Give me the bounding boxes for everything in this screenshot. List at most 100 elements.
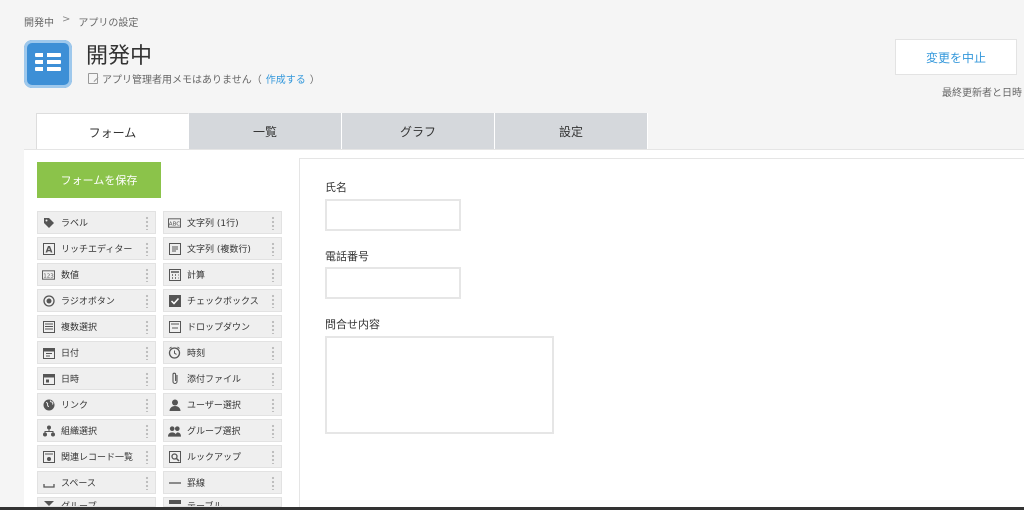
drag-handle-icon[interactable] [145,346,149,360]
name-field[interactable] [325,199,461,231]
palette-item-link[interactable]: リンク [37,393,156,416]
drag-handle-icon[interactable] [145,476,149,490]
palette-item-text: チェックボックス [187,297,259,307]
palette-item-checkbox[interactable]: チェックボックス [163,289,282,312]
paperclip-icon [168,372,181,385]
tab-form[interactable]: フォーム [36,113,189,150]
palette-item-text: 計算 [187,271,206,281]
palette-item-text: グループ [61,502,97,507]
tab-settings[interactable]: 設定 [495,113,648,149]
memo-create-link[interactable]: 作成する [266,71,306,86]
tag-icon [42,216,55,229]
palette-item-number[interactable]: 123 数値 [37,263,156,286]
breadcrumb-current: アプリの設定 [78,18,139,29]
field-label-phone: 電話番号 [325,250,369,263]
lookup-icon [168,450,181,463]
drag-handle-icon[interactable] [271,450,275,464]
drag-handle-icon[interactable] [271,294,275,308]
drag-handle-icon[interactable] [271,346,275,360]
palette-item-text: 数値 [61,271,80,281]
page-title: 開発中 [86,44,153,69]
calculator-icon [168,268,181,281]
save-form-button[interactable]: フォームを保存 [37,162,161,198]
globe-icon [42,398,55,411]
inquiry-field[interactable] [325,336,554,434]
palette-item-time[interactable]: 時刻 [163,341,282,364]
svg-text:ABC: ABC [169,221,181,227]
palette-item-text: ラジオボタン [61,297,115,307]
cancel-changes-button[interactable]: 変更を中止 [895,39,1017,75]
palette-item-lookup[interactable]: ルックアップ [163,445,282,468]
palette-item-label[interactable]: ラベル [37,211,156,234]
app-memo: アプリ管理者用メモはありません（ 作成する） [88,71,320,86]
drag-handle-icon[interactable] [271,320,275,334]
memo-text-end: ） [309,75,320,86]
drag-handle-icon[interactable] [145,372,149,386]
palette-item-multi-line-text[interactable]: 文字列 (複数行) [163,237,282,260]
calendar-icon [42,346,55,359]
group-icon [168,424,181,437]
phone-field[interactable] [325,267,461,299]
abc-icon: ABC [168,216,181,229]
palette-item-group-select[interactable]: グループ選択 [163,419,282,442]
field-label-name: 氏名 [325,181,347,194]
palette-item-org-select[interactable]: 組織選択 [37,419,156,442]
drag-handle-icon[interactable] [271,268,275,282]
palette-item-rich-editor[interactable]: A リッチエディター [37,237,156,260]
settings-tabs: フォーム 一覧 グラフ 設定 [36,113,648,150]
drag-handle-icon[interactable] [145,268,149,282]
drag-handle-icon[interactable] [271,372,275,386]
svg-text:123: 123 [43,273,54,279]
drag-handle-icon[interactable] [271,242,275,256]
field-palette: ラベル ABC 文字列 (1行) A リッチエディター 文字列 (複数行) 12… [37,211,282,507]
drag-handle-icon[interactable] [145,216,149,230]
palette-item-text: 日付 [61,349,80,359]
app-icon [24,40,72,88]
line-icon [168,476,181,489]
drag-handle-icon[interactable] [145,424,149,438]
palette-item-text: 罫線 [187,479,206,489]
drag-handle-icon[interactable] [145,450,149,464]
checkbox-icon [168,294,181,307]
multiline-icon [168,242,181,255]
breadcrumb-separator: > [62,14,71,25]
palette-item-multi-select[interactable]: 複数選択 [37,315,156,338]
palette-item-dropdown[interactable]: ドロップダウン [163,315,282,338]
palette-item-date[interactable]: 日付 [37,341,156,364]
related-records-icon [42,450,55,463]
space-icon [42,476,55,489]
drag-handle-icon[interactable] [145,398,149,412]
palette-item-related-records[interactable]: 関連レコード一覧 [37,445,156,468]
palette-item-calc[interactable]: 計算 [163,263,282,286]
palette-item-border[interactable]: 罫線 [163,471,282,494]
drag-handle-icon[interactable] [145,242,149,256]
palette-item-text: 文字列 (複数行) [187,245,251,255]
palette-item-text: 時刻 [187,349,206,359]
palette-item-group[interactable]: グループ [37,497,156,507]
breadcrumb-parent[interactable]: 開発中 [24,14,54,29]
tab-graph[interactable]: グラフ [342,113,495,149]
clock-icon [168,346,181,359]
palette-item-text: 日時 [61,375,80,385]
palette-item-text: ルックアップ [187,453,242,463]
palette-item-single-line-text[interactable]: ABC 文字列 (1行) [163,211,282,234]
palette-item-attachment[interactable]: 添付ファイル [163,367,282,390]
palette-item-text: スペース [61,479,96,489]
tab-list[interactable]: 一覧 [189,113,342,149]
drag-handle-icon[interactable] [271,476,275,490]
palette-item-text: 文字列 (1行) [187,219,239,229]
drag-handle-icon[interactable] [145,294,149,308]
drag-handle-icon[interactable] [271,398,275,412]
palette-item-table[interactable]: テーブル [163,497,282,507]
drag-handle-icon[interactable] [145,320,149,334]
palette-item-radio[interactable]: ラジオボタン [37,289,156,312]
palette-item-text: リッチエディター [61,245,133,255]
palette-item-space[interactable]: スペース [37,471,156,494]
drag-handle-icon[interactable] [271,424,275,438]
palette-item-datetime[interactable]: 日時 [37,367,156,390]
table-icon [168,499,181,506]
drag-handle-icon[interactable] [271,216,275,230]
palette-item-user-select[interactable]: ユーザー選択 [163,393,282,416]
palette-item-text: テーブル [187,502,223,507]
palette-item-text: 組織選択 [61,427,98,437]
